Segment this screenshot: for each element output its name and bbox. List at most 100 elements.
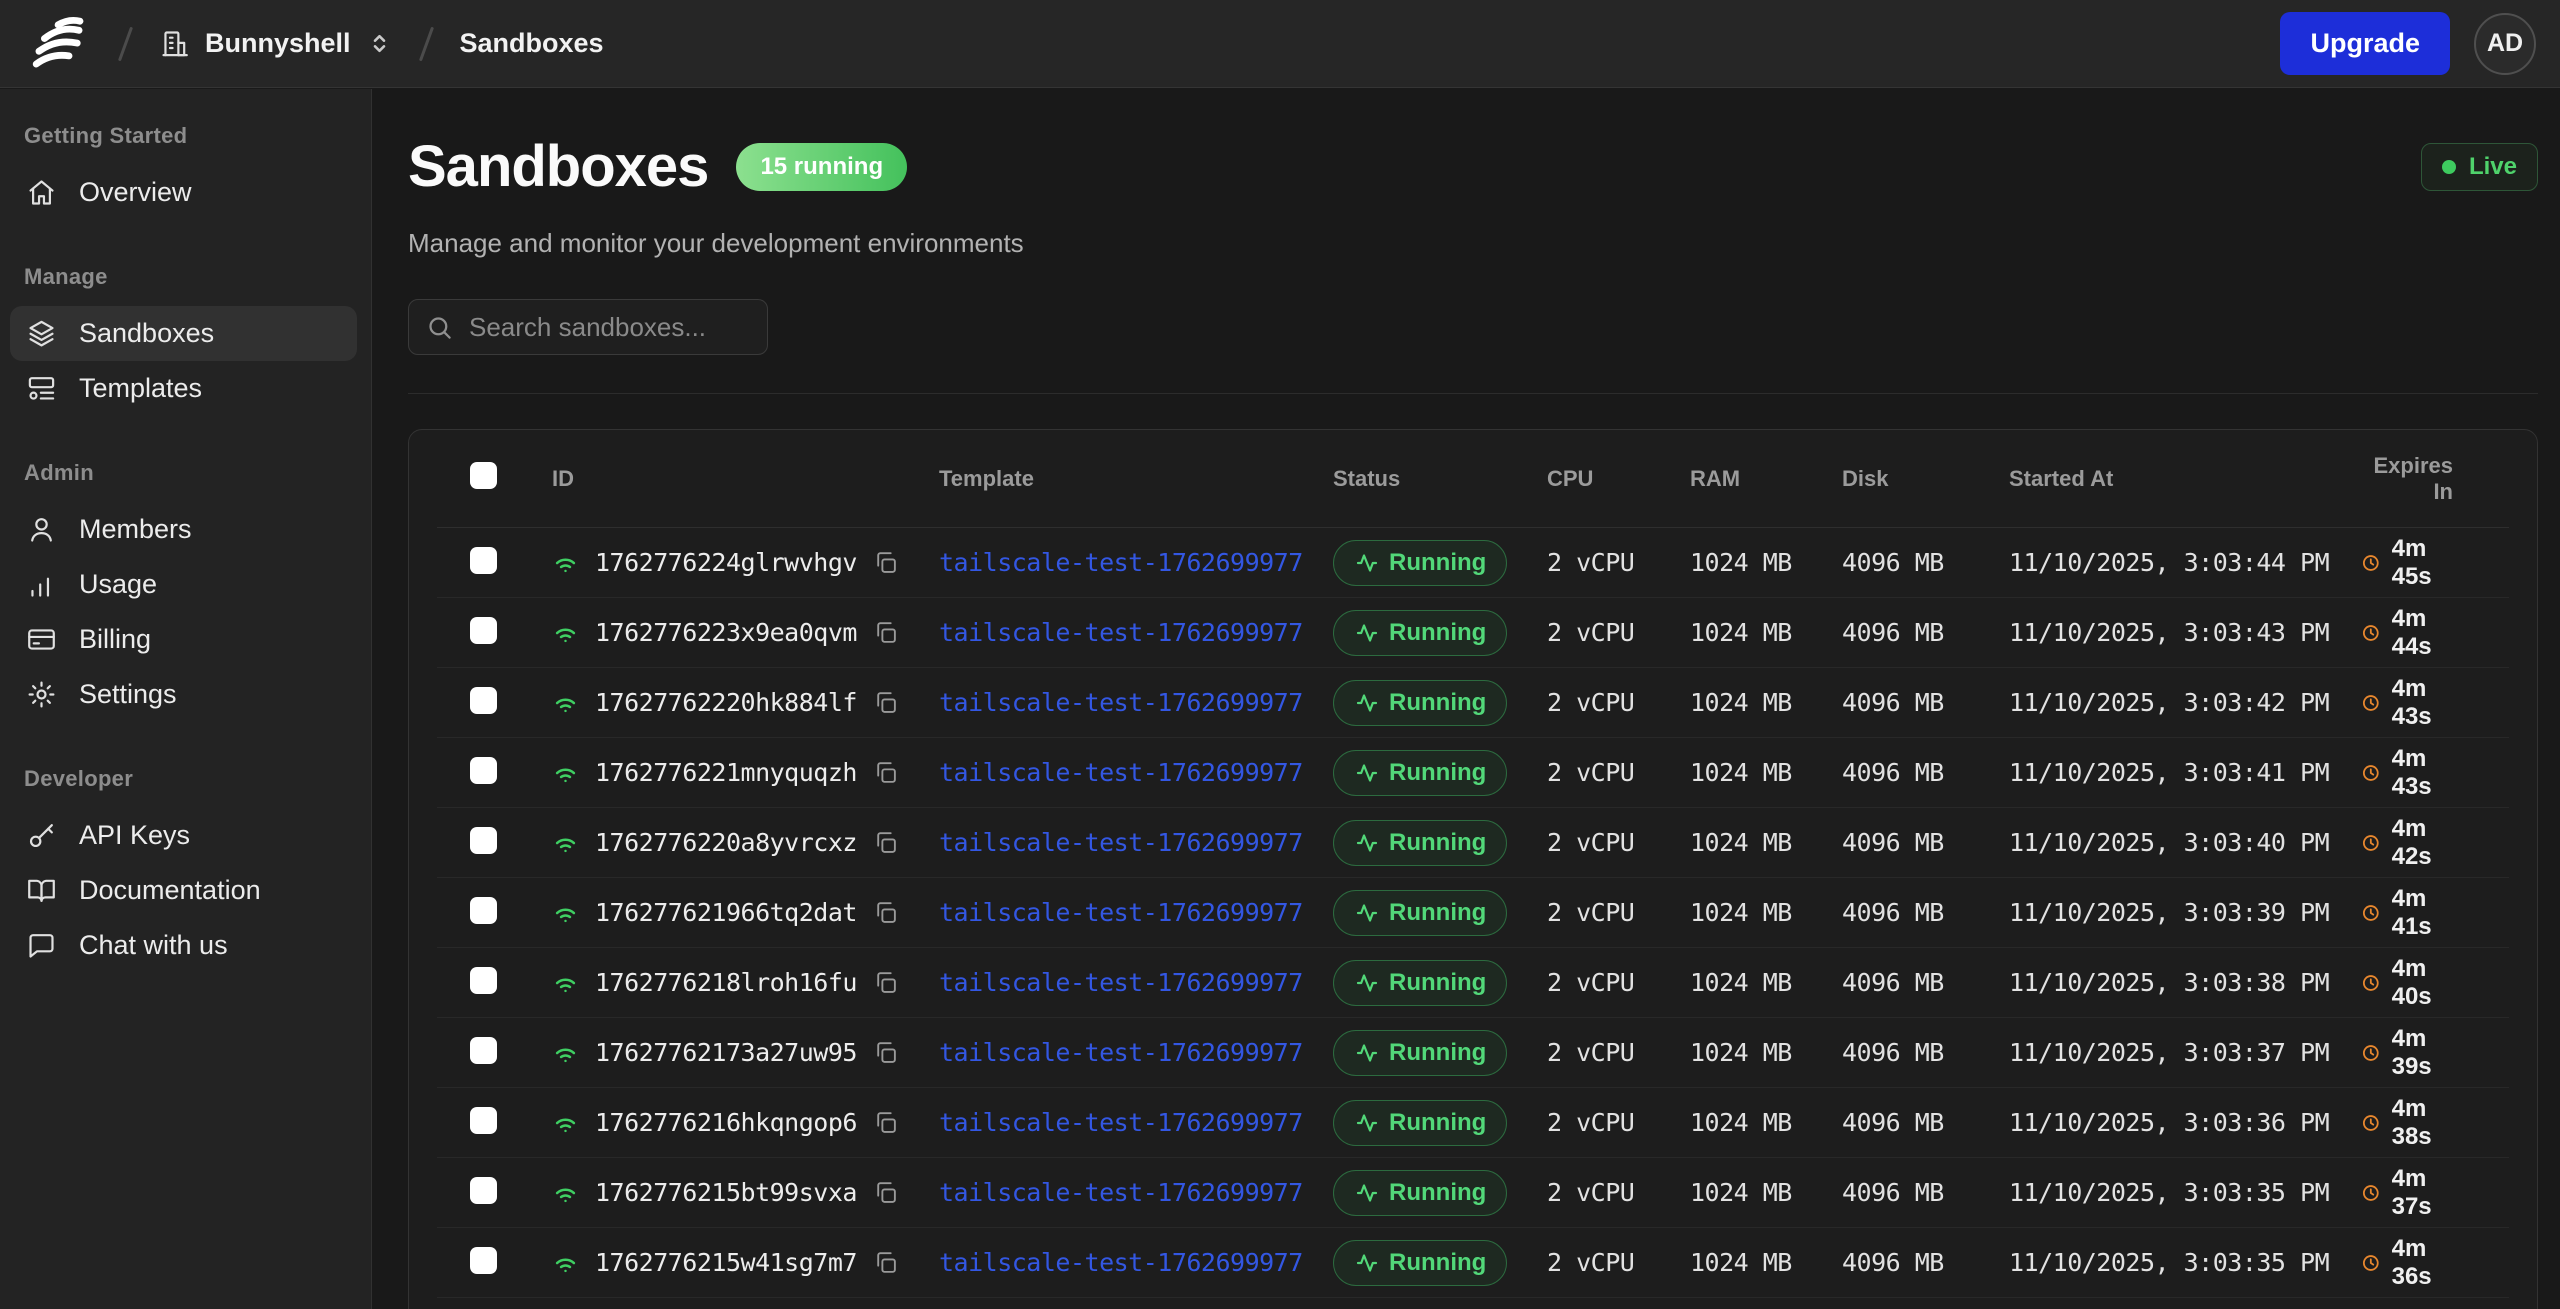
copy-id-button[interactable] — [873, 620, 898, 645]
copy-icon — [873, 690, 898, 715]
avatar[interactable]: AD — [2474, 13, 2536, 75]
template-link[interactable]: tailscale-test-1762699977 — [939, 1178, 1303, 1207]
row-checkbox[interactable] — [470, 757, 497, 784]
template-link[interactable]: tailscale-test-1762699977 — [939, 1108, 1303, 1137]
column-header-cpu: CPU — [1547, 466, 1690, 492]
copy-id-button[interactable] — [873, 1180, 898, 1205]
row-checkbox[interactable] — [470, 547, 497, 574]
row-checkbox[interactable] — [470, 967, 497, 994]
search-input[interactable] — [469, 312, 804, 343]
copy-id-button[interactable] — [873, 830, 898, 855]
activity-icon — [1354, 621, 1378, 645]
template-link[interactable]: tailscale-test-1762699977 — [939, 1248, 1303, 1277]
content-divider — [408, 393, 2538, 394]
row-checkbox[interactable] — [470, 1177, 497, 1204]
template-link[interactable]: tailscale-test-1762699977 — [939, 828, 1303, 857]
copy-id-button[interactable] — [873, 1040, 898, 1065]
table-row: 1762776216hkqngop6 tailscale-test-176269… — [437, 1088, 2509, 1158]
cell-expires-in: 4m 36s — [2361, 1235, 2509, 1291]
expires-value: 4m 45s — [2392, 535, 2453, 591]
copy-id-button[interactable] — [873, 1110, 898, 1135]
sidebar-item-members[interactable]: Members — [10, 502, 357, 557]
clock-icon — [2361, 900, 2381, 926]
cell-id: 1762776218lroh16fu — [552, 968, 939, 997]
row-checkbox[interactable] — [470, 827, 497, 854]
row-checkbox[interactable] — [470, 1037, 497, 1064]
wifi-icon — [552, 829, 579, 856]
upgrade-button[interactable]: Upgrade — [2280, 12, 2450, 75]
template-link[interactable]: tailscale-test-1762699977 — [939, 1038, 1303, 1067]
table-row: 1762776214kkjgl0yd tailscale-test-176269… — [437, 1298, 2509, 1309]
row-checkbox[interactable] — [470, 617, 497, 644]
copy-id-button[interactable] — [873, 900, 898, 925]
cell-disk: 4096 MB — [1842, 898, 2009, 927]
activity-icon — [1354, 831, 1378, 855]
status-badge: Running — [1333, 960, 1507, 1006]
status-label: Running — [1389, 1039, 1486, 1067]
copy-id-button[interactable] — [873, 970, 898, 995]
cell-id: 1762776221mnyquqzh — [552, 758, 939, 787]
wifi-icon — [552, 1179, 579, 1206]
home-icon — [26, 177, 57, 208]
template-link[interactable]: tailscale-test-1762699977 — [939, 968, 1303, 997]
cell-expires-in: 4m 41s — [2361, 885, 2509, 941]
clock-icon — [2361, 550, 2381, 576]
search-box — [408, 299, 768, 355]
sidebar-item-billing[interactable]: Billing — [10, 612, 357, 667]
sidebar-item-templates[interactable]: Templates — [10, 361, 357, 416]
cell-started-at: 11/10/2025, 3:03:38 PM — [2009, 968, 2361, 997]
table-row: 17627762220hk884lf tailscale-test-176269… — [437, 668, 2509, 738]
cell-id: 17627762220hk884lf — [552, 688, 939, 717]
expires-value: 4m 36s — [2392, 1235, 2453, 1291]
sidebar-item-settings[interactable]: Settings — [10, 667, 357, 722]
copy-id-button[interactable] — [873, 1250, 898, 1275]
cell-disk: 4096 MB — [1842, 1108, 2009, 1137]
template-link[interactable]: tailscale-test-1762699977 — [939, 758, 1303, 787]
column-header-status: Status — [1333, 466, 1547, 492]
cell-id: 17627762173a27uw95 — [552, 1038, 939, 1067]
copy-icon — [873, 970, 898, 995]
status-badge: Running — [1333, 1030, 1507, 1076]
chat-icon — [26, 930, 57, 961]
wifi-icon — [552, 759, 579, 786]
template-link[interactable]: tailscale-test-1762699977 — [939, 898, 1303, 927]
template-link[interactable]: tailscale-test-1762699977 — [939, 548, 1303, 577]
sidebar-item-overview[interactable]: Overview — [10, 165, 357, 220]
status-badge: Running — [1333, 1170, 1507, 1216]
cell-ram: 1024 MB — [1690, 1108, 1842, 1137]
row-checkbox[interactable] — [470, 897, 497, 924]
sidebar-item-documentation[interactable]: Documentation — [10, 863, 357, 918]
expires-value: 4m 41s — [2392, 885, 2453, 941]
clock-icon — [2361, 690, 2381, 716]
template-link[interactable]: tailscale-test-1762699977 — [939, 688, 1303, 717]
row-checkbox[interactable] — [470, 687, 497, 714]
row-checkbox[interactable] — [470, 1247, 497, 1274]
status-label: Running — [1389, 1249, 1486, 1277]
copy-id-button[interactable] — [873, 760, 898, 785]
copy-id-button[interactable] — [873, 690, 898, 715]
copy-id-button[interactable] — [873, 550, 898, 575]
cell-cpu: 2 vCPU — [1547, 828, 1690, 857]
cell-id: 176277621966tq2dat — [552, 898, 939, 927]
bunnyshell-logo-icon[interactable] — [26, 13, 92, 75]
select-all-checkbox[interactable] — [470, 462, 497, 489]
row-checkbox[interactable] — [470, 1107, 497, 1134]
cell-expires-in: 4m 44s — [2361, 605, 2509, 661]
cell-started-at: 11/10/2025, 3:03:36 PM — [2009, 1108, 2361, 1137]
copy-icon — [873, 1110, 898, 1135]
copy-icon — [873, 760, 898, 785]
table-row: 1762776220a8yvrcxz tailscale-test-176269… — [437, 808, 2509, 878]
sidebar-item-usage[interactable]: Usage — [10, 557, 357, 612]
sidebar-item-label: Settings — [79, 679, 177, 710]
sidebar-item-chat-with-us[interactable]: Chat with us — [10, 918, 357, 973]
live-dot-icon — [2442, 160, 2456, 174]
sidebar-item-api-keys[interactable]: API Keys — [10, 808, 357, 863]
cell-cpu: 2 vCPU — [1547, 898, 1690, 927]
template-link[interactable]: tailscale-test-1762699977 — [939, 618, 1303, 647]
sidebar-item-sandboxes[interactable]: Sandboxes — [10, 306, 357, 361]
status-badge: Running — [1333, 1240, 1507, 1286]
sandbox-id: 176277621966tq2dat — [595, 898, 857, 927]
status-label: Running — [1389, 969, 1486, 997]
breadcrumb-separator — [118, 26, 133, 61]
org-switcher-button[interactable]: Bunnyshell — [159, 28, 393, 59]
